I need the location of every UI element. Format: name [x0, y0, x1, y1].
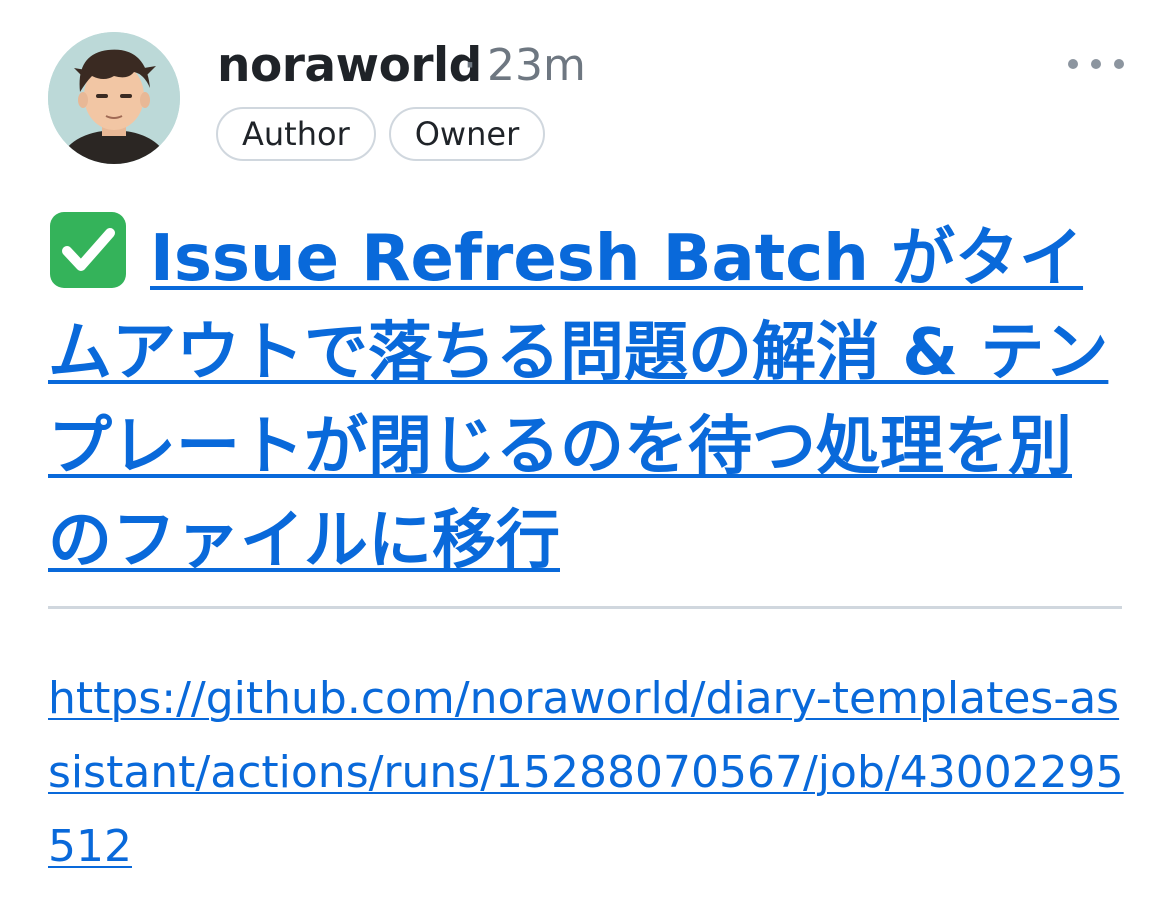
issue-title-link[interactable]: Issue Refresh Batch がタイムアウトで落ちる問題の解消 & テ… [48, 222, 1108, 578]
avatar-illustration-icon [48, 32, 180, 164]
comment-title: Issue Refresh Batch がタイムアウトで落ちる問題の解消 & テ… [48, 210, 1126, 588]
role-badges: Author Owner [216, 107, 546, 161]
timestamp[interactable]: 23m [487, 40, 586, 91]
more-horizontal-icon [1068, 59, 1078, 69]
author-badge: Author [216, 107, 376, 161]
owner-badge: Owner [388, 107, 546, 161]
comment-meta: · 23m [463, 36, 586, 96]
actions-run-link[interactable]: https://github.com/noraworld/diary-templ… [48, 673, 1124, 872]
avatar[interactable] [48, 32, 180, 164]
more-options-button[interactable] [1068, 52, 1124, 76]
check-mark-button-icon [50, 212, 126, 288]
meta-separator: · [463, 40, 477, 91]
username[interactable]: noraworld [217, 36, 482, 96]
comment-card: noraworld · 23m Author Owner Issue Refres… [0, 0, 1170, 900]
divider [48, 606, 1122, 609]
comment-title-block: Issue Refresh Batch がタイムアウトで落ちる問題の解消 & テ… [48, 210, 1126, 588]
comment-body: https://github.com/noraworld/diary-templ… [48, 662, 1128, 884]
